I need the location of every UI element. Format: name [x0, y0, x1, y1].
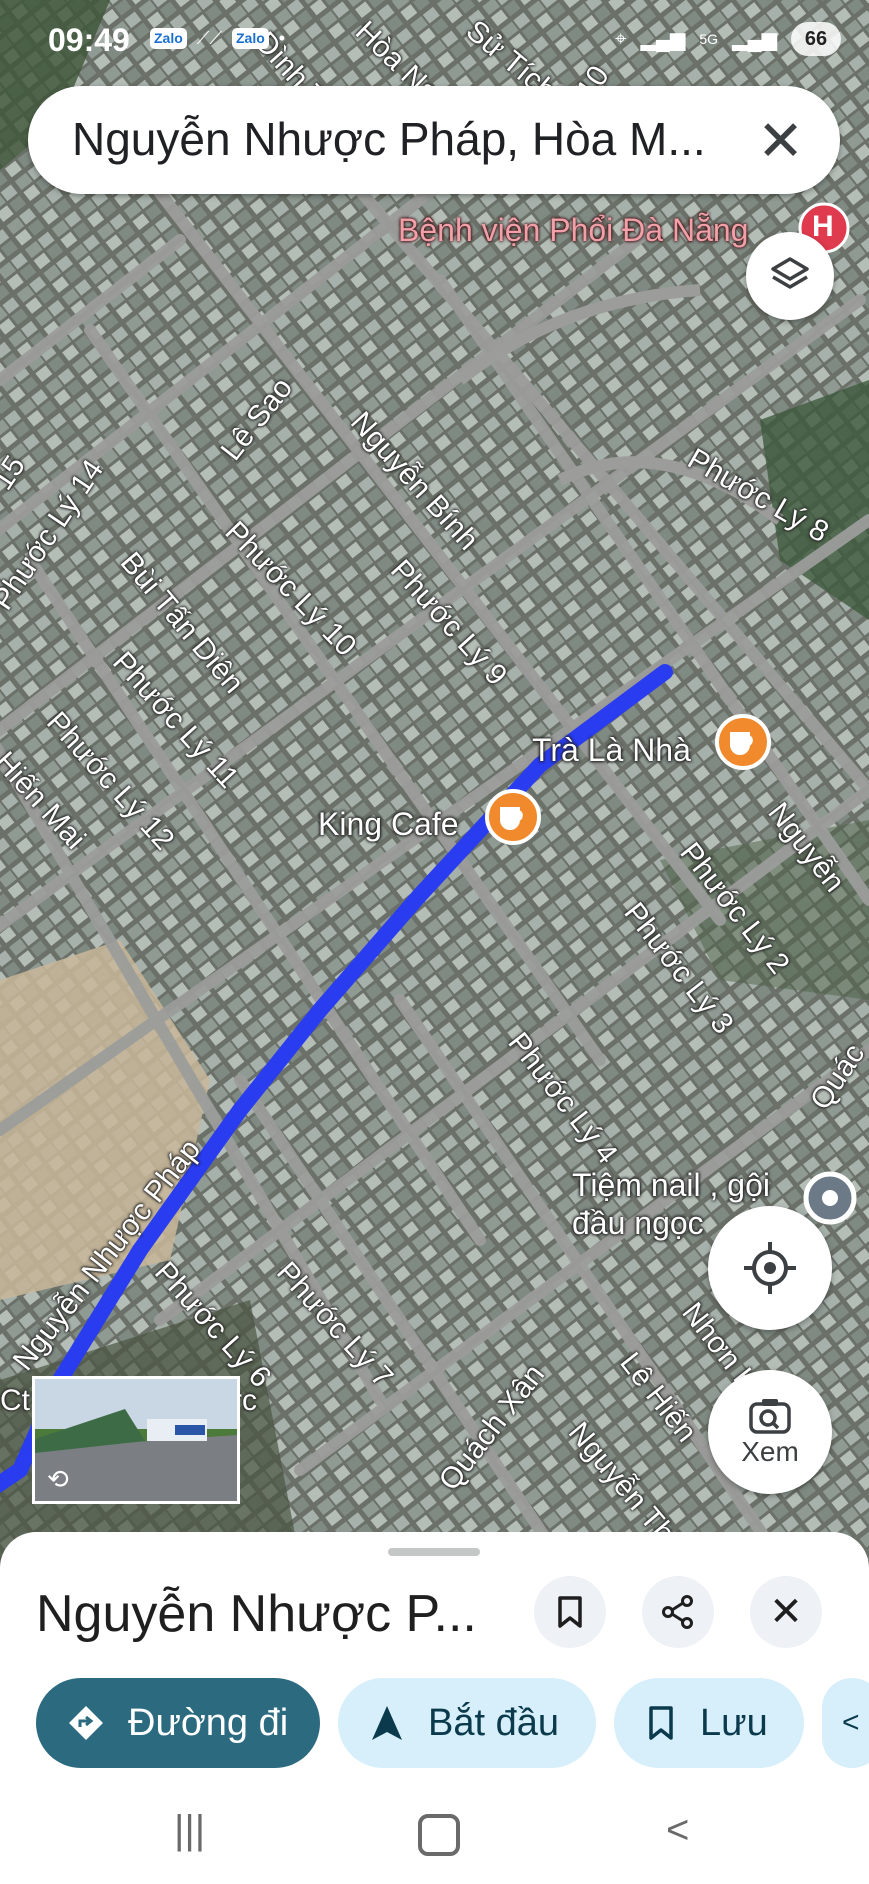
more-chip[interactable]: <	[822, 1678, 869, 1768]
camera-search-icon	[749, 1399, 791, 1434]
navigation-arrow-icon	[372, 1706, 402, 1740]
zalo-icon: Zalo	[231, 28, 269, 49]
layers-icon	[771, 257, 809, 289]
share-icon	[662, 1595, 693, 1629]
status-bar: 09:49 Zalo ⟋⟋ Zalo • ⌖ ▂▄▆ 5G ▂▄▆ 66	[0, 0, 869, 80]
status-time: 09:49	[48, 22, 130, 58]
poi-label-tra-la-nha[interactable]: Trà Là Nhà	[532, 732, 691, 769]
king-cafe-marker	[485, 789, 541, 845]
start-label: Bắt đầu	[428, 1701, 559, 1744]
my-location-icon	[744, 1242, 796, 1294]
my-location-button[interactable]	[708, 1206, 832, 1330]
dot-icon: •	[278, 28, 286, 48]
bookmark-icon	[558, 1596, 582, 1628]
system-icons: ⌖ ▂▄▆ 5G ▂▄▆ 66	[615, 22, 841, 56]
home-icon[interactable]	[418, 1814, 460, 1856]
bookmark-icon	[649, 1706, 673, 1740]
map-view[interactable]: Bệnh viện Phổi Đà Nẵng H Nguyễn Bính Phư…	[0, 0, 869, 1560]
network-type: 5G	[699, 31, 719, 47]
start-button[interactable]: Bắt đầu	[338, 1678, 596, 1768]
save-label: Lưu	[700, 1701, 768, 1744]
system-nav-bar: ||| <	[0, 1790, 869, 1884]
hospital-marker-letter[interactable]: H	[812, 210, 834, 244]
close-icon: ✕	[769, 1590, 803, 1634]
sheet-drag-handle[interactable]	[388, 1548, 480, 1556]
zalo-icon: Zalo	[150, 28, 187, 49]
save-button[interactable]	[534, 1576, 606, 1648]
sync-icon: ⟋⟋	[196, 28, 222, 48]
location-icon: ⌖	[615, 27, 627, 50]
tra-la-nha-marker	[715, 714, 771, 770]
place-title: Nguyễn Nhược P...	[36, 1585, 477, 1643]
recents-icon[interactable]: |||	[174, 1808, 205, 1853]
search-bar[interactable]: Nguyễn Nhược Pháp, Hòa M... ✕	[28, 86, 840, 194]
battery-icon: 66	[791, 22, 841, 56]
share-icon: <	[842, 1706, 860, 1739]
close-sheet-button[interactable]: ✕	[750, 1576, 822, 1648]
hospital-label[interactable]: Bệnh viện Phổi Đà Nẵng	[398, 212, 748, 249]
directions-button[interactable]: Đường đi	[36, 1678, 320, 1768]
signal-icon: ▂▄▆	[732, 28, 777, 51]
search-query[interactable]: Nguyễn Nhược Pháp, Hòa M...	[72, 112, 706, 166]
close-icon[interactable]: ✕	[757, 108, 804, 174]
street-view-rotate-icon: ⟲	[47, 1464, 69, 1494]
directions-icon	[69, 1706, 103, 1740]
share-button[interactable]	[642, 1576, 714, 1648]
poi-label-king-cafe[interactable]: King Cafe	[318, 806, 459, 843]
road-label: Ct	[0, 1384, 30, 1417]
save-chip[interactable]: Lưu	[614, 1678, 804, 1768]
signal-icon: ▂▄▆	[640, 28, 686, 51]
back-icon[interactable]: <	[666, 1808, 689, 1853]
lens-button[interactable]: Xem	[708, 1370, 832, 1494]
notification-icons: Zalo ⟋⟋ Zalo •	[150, 28, 285, 49]
directions-label: Đường đi	[128, 1701, 289, 1744]
lens-label: Xem	[741, 1436, 799, 1467]
layers-button[interactable]	[746, 232, 834, 320]
street-view-thumbnail[interactable]: ⟲	[32, 1376, 240, 1504]
